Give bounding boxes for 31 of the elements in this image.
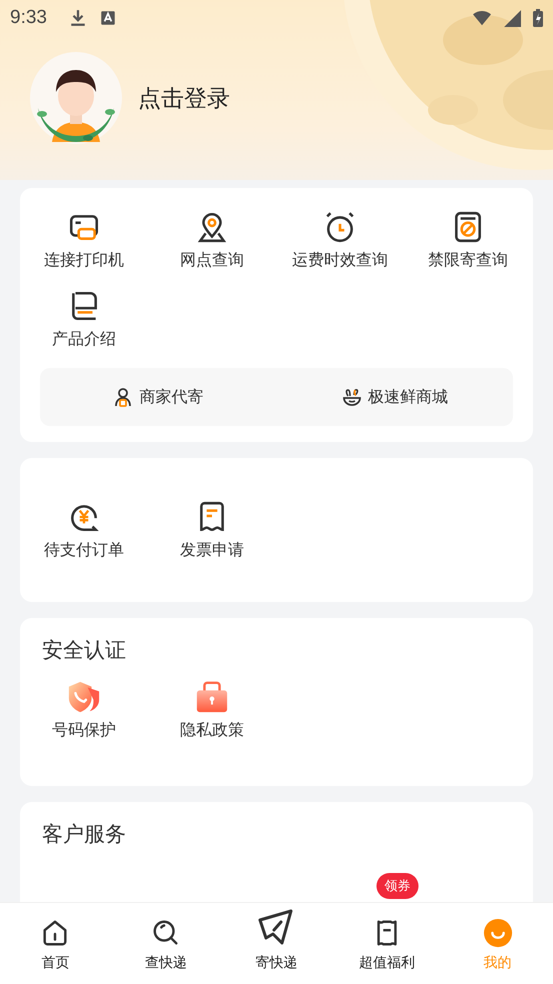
section-title: 客户服务 [41, 821, 127, 848]
login-link[interactable]: 点击登录 [138, 82, 230, 114]
tab[interactable]: 超值福利 [332, 903, 442, 984]
status-time: 9:33 [10, 7, 47, 29]
tab[interactable]: 首页 [0, 903, 111, 984]
order-item[interactable]: 发票申请 [148, 498, 276, 562]
tool-item[interactable]: 产品介绍 [20, 287, 148, 352]
smiley-icon [482, 918, 513, 948]
keyboard-app-icon [98, 9, 117, 27]
order-item[interactable]: 待支付订单 [20, 498, 148, 562]
tool-item[interactable]: 网点查询 [148, 208, 276, 273]
link-item[interactable]: 商家代寄 [40, 368, 276, 426]
tool-item[interactable]: 运费时效查询 [276, 208, 404, 273]
section-title: 安全认证 [41, 637, 127, 664]
link-item[interactable]: 极速鲜商城 [276, 368, 513, 426]
tool-item[interactable]: 禁限寄查询 [404, 208, 532, 273]
person-icon [113, 387, 134, 407]
shield-phone-icon [67, 680, 101, 714]
tab[interactable]: 寄快递 [221, 903, 332, 984]
security-item[interactable]: 隐私政策 [148, 678, 276, 743]
battery-icon [533, 9, 543, 27]
signal-icon [503, 9, 521, 27]
padlock-icon [195, 680, 229, 714]
tab[interactable]: 查快递 [110, 903, 222, 984]
tool-item[interactable]: 连接打印机 [20, 208, 148, 273]
security-item[interactable]: 号码保护 [20, 678, 148, 743]
location-pin-icon [195, 210, 229, 244]
download-icon [68, 9, 87, 27]
avatar-icon[interactable] [28, 50, 124, 146]
wifi-icon [473, 9, 491, 27]
bowl-icon [342, 387, 362, 407]
